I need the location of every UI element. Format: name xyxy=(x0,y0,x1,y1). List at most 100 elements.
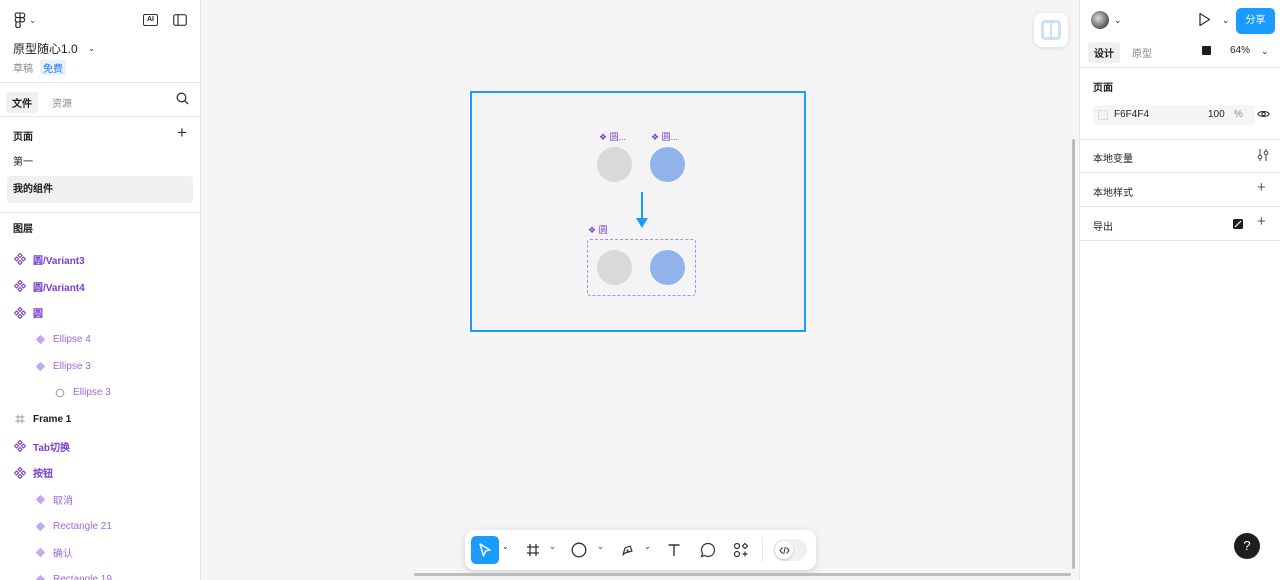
instance-icon xyxy=(33,332,47,346)
component-set-label[interactable]: ❖ 圆 xyxy=(588,223,608,236)
layer-label: 取消 xyxy=(53,496,73,508)
ellipse-gray[interactable] xyxy=(597,147,632,182)
add-style-icon[interactable]: + xyxy=(1257,179,1266,196)
layer-row[interactable]: Rectangle 21 xyxy=(0,513,200,540)
divider xyxy=(1080,67,1280,68)
layer-row[interactable]: 按钮 xyxy=(0,460,200,487)
chevron-down-icon[interactable]: ⌄ xyxy=(502,542,509,551)
component-icon: ❖ xyxy=(588,225,599,235)
zoom-level[interactable]: 64% xyxy=(1230,45,1250,56)
play-icon[interactable] xyxy=(1198,12,1211,27)
add-page-icon[interactable]: + xyxy=(177,123,187,143)
component-icon xyxy=(13,306,27,320)
tab-prototype[interactable]: 原型 xyxy=(1126,42,1158,63)
file-name-text: 原型随心1.0 xyxy=(13,42,78,56)
color-swatch[interactable] xyxy=(1098,110,1108,120)
toolbar-divider xyxy=(762,538,763,562)
chevron-down-icon[interactable]: ⌄ xyxy=(1261,46,1269,57)
export-swatch-icon[interactable] xyxy=(1233,219,1243,229)
layer-row[interactable]: 圆/Variant3 xyxy=(0,246,200,273)
layer-row[interactable]: Ellipse 4 xyxy=(0,326,200,353)
help-button[interactable]: ? xyxy=(1234,533,1260,559)
ellipse-gray[interactable] xyxy=(597,250,632,285)
chevron-down-icon[interactable]: ⌄ xyxy=(597,542,604,551)
layer-row[interactable]: Frame 1 xyxy=(0,406,200,433)
shape-tool[interactable] xyxy=(569,536,589,564)
component-set-box[interactable] xyxy=(587,239,696,296)
horizontal-scrollbar[interactable] xyxy=(414,573,1071,576)
main-menu-button[interactable]: ⌄ xyxy=(14,12,37,28)
layer-label: 圆 xyxy=(33,309,43,321)
layer-label: Ellipse 3 xyxy=(73,387,111,399)
variables-icon[interactable] xyxy=(1257,148,1269,162)
frame-icon xyxy=(13,412,27,426)
layer-row[interactable]: 圆/Variant4 xyxy=(0,273,200,300)
layer-label: 按钮 xyxy=(33,469,53,481)
chevron-down-icon[interactable]: ⌄ xyxy=(549,542,556,551)
instance-icon xyxy=(33,493,47,507)
file-header: ⌄ AI 原型随心1.0 ⌄ 草稿 免费 xyxy=(0,0,200,83)
chevron-down-icon[interactable]: ⌄ xyxy=(1114,15,1122,26)
layer-row[interactable]: 取消 xyxy=(0,486,200,513)
layer-row[interactable]: 圆 xyxy=(0,299,200,326)
eye-icon[interactable] xyxy=(1257,109,1270,119)
avatar[interactable] xyxy=(1091,11,1109,29)
vertical-scrollbar[interactable] xyxy=(1072,139,1075,569)
selected-frame[interactable]: ❖ 圆... ❖ 圆... ❖ 圆 xyxy=(470,91,806,332)
dev-mode-icon[interactable] xyxy=(1202,46,1211,55)
comment-tool[interactable] xyxy=(698,536,718,564)
layer-label: 圆/Variant3 xyxy=(33,255,85,267)
bg-hex-value[interactable]: F6F4F4 xyxy=(1114,109,1149,120)
page-section-title: 页面 xyxy=(1093,83,1113,94)
text-tool[interactable] xyxy=(664,536,684,564)
left-tabs: 文件 资源 xyxy=(0,83,200,117)
dev-mode-knob xyxy=(775,541,793,559)
ellipse-icon xyxy=(571,542,587,558)
layer-row[interactable]: Ellipse 3 xyxy=(0,379,200,406)
canvas[interactable]: ❖ 圆... ❖ 圆... ❖ 圆 ⌄ ⌄ ⌄ ⌄ xyxy=(201,0,1079,580)
divider xyxy=(1080,240,1280,241)
page-item[interactable]: 第一 xyxy=(7,149,193,176)
file-name[interactable]: 原型随心1.0 ⌄ xyxy=(13,40,95,57)
bg-opacity-value[interactable]: 100 xyxy=(1208,109,1225,120)
tab-assets[interactable]: 资源 xyxy=(46,92,78,113)
pen-icon xyxy=(621,544,633,556)
sidebar-toggle-icon[interactable] xyxy=(173,14,187,26)
layer-row[interactable]: Tab切换 xyxy=(0,433,200,460)
pages-header: 页面 + xyxy=(0,117,200,149)
page-background-field[interactable]: F6F4F4 100 % xyxy=(1093,105,1255,125)
layout-grid-icon xyxy=(1041,20,1061,40)
add-export-icon[interactable]: + xyxy=(1257,213,1266,230)
pen-tool[interactable] xyxy=(617,536,637,564)
share-button[interactable]: 分享 xyxy=(1236,8,1275,34)
ellipse-blue[interactable] xyxy=(650,147,685,182)
chevron-down-icon: ⌄ xyxy=(29,14,37,25)
layer-row[interactable]: Rectangle 19 xyxy=(0,566,200,580)
variant-label[interactable]: ❖ 圆... xyxy=(599,130,626,143)
tab-file[interactable]: 文件 xyxy=(6,92,38,113)
chevron-down-icon[interactable]: ⌄ xyxy=(644,542,651,551)
component-icon xyxy=(13,279,27,293)
component-icon: ❖ xyxy=(599,132,610,142)
canvas-widget-button[interactable] xyxy=(1034,13,1068,47)
components-icon xyxy=(733,542,749,558)
search-icon[interactable] xyxy=(176,92,189,105)
dev-mode-toggle[interactable] xyxy=(773,539,807,561)
chevron-down-icon[interactable]: ⌄ xyxy=(1222,15,1230,26)
variant-label[interactable]: ❖ 圆... xyxy=(651,130,678,143)
figma-logo-icon xyxy=(14,12,26,28)
local-variables-label[interactable]: 本地变量 xyxy=(1093,150,1133,165)
tab-design[interactable]: 设计 xyxy=(1088,42,1120,63)
actions-tool[interactable] xyxy=(731,536,751,564)
layer-row[interactable]: 确认 xyxy=(0,540,200,567)
ellipse-blue[interactable] xyxy=(650,250,685,285)
layer-label: Rectangle 19 xyxy=(53,574,112,580)
page-item-selected[interactable]: 我的组件 xyxy=(7,176,193,203)
component-icon xyxy=(13,439,27,453)
ai-button[interactable]: AI xyxy=(143,14,158,26)
frame-tool[interactable] xyxy=(523,536,543,564)
layer-row[interactable]: Ellipse 3 xyxy=(0,353,200,380)
divider xyxy=(1080,206,1280,207)
plan-badge[interactable]: 免费 xyxy=(40,60,66,75)
move-tool[interactable] xyxy=(471,536,499,564)
